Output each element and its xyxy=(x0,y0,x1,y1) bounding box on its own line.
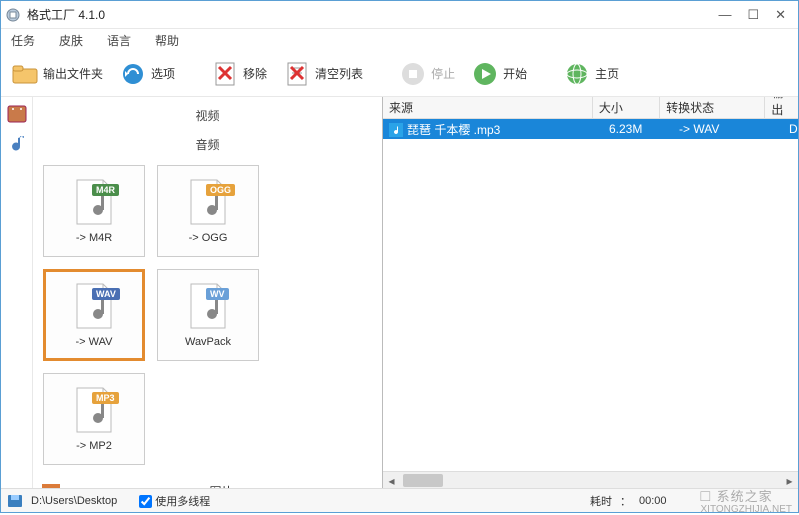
format-page-icon: WV xyxy=(184,282,232,330)
close-button[interactable]: ✕ xyxy=(775,7,786,23)
format-badge: M4R xyxy=(92,184,119,196)
minimize-button[interactable]: — xyxy=(718,7,731,23)
home-label: 主页 xyxy=(595,65,619,82)
sidebar-video-icon[interactable] xyxy=(6,103,28,125)
cell-source: 琵琶 千本樱 .mp3 xyxy=(383,121,603,138)
start-label: 开始 xyxy=(503,65,527,82)
format-tile-mp3[interactable]: MP3 -> MP2 xyxy=(43,373,145,465)
clear-list-button[interactable]: 清空列表 xyxy=(279,58,367,90)
format-tile-m4r[interactable]: M4R -> M4R xyxy=(43,165,145,257)
format-page-icon: M4R xyxy=(70,178,118,226)
elapsed-label: 耗时 xyxy=(590,493,612,509)
file-list-panel: 来源 大小 转换状态 输出 [F2] 琵琶 千本樱 .mp36.23M-> WA… xyxy=(383,97,798,488)
format-tile-ogg[interactable]: OGG -> OGG xyxy=(157,165,259,257)
format-caption: -> MP2 xyxy=(76,440,112,452)
format-tile-wav[interactable]: WAV -> WAV xyxy=(43,269,145,361)
clear-icon xyxy=(283,60,311,88)
window-title: 格式工厂 4.1.0 xyxy=(27,6,718,23)
multithread-checkbox[interactable] xyxy=(139,495,152,508)
menu-skin[interactable]: 皮肤 xyxy=(55,30,87,51)
format-page-icon: MP3 xyxy=(70,386,118,434)
output-folder-label: 输出文件夹 xyxy=(43,65,103,82)
menu-task[interactable]: 任务 xyxy=(7,30,39,51)
watermark-brand: 系统之家 xyxy=(717,489,773,504)
start-icon xyxy=(471,60,499,88)
scroll-left-arrow-icon[interactable]: ◂ xyxy=(383,472,400,488)
format-tile-wv[interactable]: WV WavPack xyxy=(157,269,259,361)
stop-icon xyxy=(399,60,427,88)
toolbar: 输出文件夹 选项 移除 清空列表 停止 开始 主页 xyxy=(1,51,798,97)
format-page-icon: OGG xyxy=(184,178,232,226)
format-badge: OGG xyxy=(206,184,235,196)
app-window: 格式工厂 4.1.0 — ☐ ✕ 任务 皮肤 语言 帮助 输出文件夹 选项 移除… xyxy=(0,0,799,513)
format-caption: -> M4R xyxy=(76,232,112,244)
remove-button[interactable]: 移除 xyxy=(207,58,271,90)
options-icon xyxy=(119,60,147,88)
sidebar-audio-icon[interactable] xyxy=(6,133,28,155)
multithread-label: 使用多线程 xyxy=(155,496,210,508)
remove-icon xyxy=(211,60,239,88)
watermark: □ 系统之家 XITONGZHIJIA.NET xyxy=(701,486,793,515)
picture-icon xyxy=(41,481,61,488)
menu-language[interactable]: 语言 xyxy=(103,30,135,51)
format-badge: MP3 xyxy=(92,392,119,404)
menubar: 任务 皮肤 语言 帮助 xyxy=(1,29,798,51)
multithread-toggle[interactable]: 使用多线程 xyxy=(139,493,210,509)
cell-size: 6.23M xyxy=(603,122,673,136)
window-controls: — ☐ ✕ xyxy=(718,7,786,23)
col-source[interactable]: 来源 xyxy=(383,97,593,118)
watermark-url: XITONGZHIJIA.NET xyxy=(701,504,793,515)
category-list: 图片 文档 光驱设备\DVD\CD\ISO 工具集 xyxy=(39,477,376,488)
scroll-thumb[interactable] xyxy=(403,474,443,487)
scroll-right-arrow-icon[interactable]: ▸ xyxy=(781,472,798,488)
cell-status: -> WAV xyxy=(673,122,783,136)
cell-output: D:\Users\De xyxy=(783,122,798,136)
output-path[interactable]: D:\Users\Desktop xyxy=(31,495,117,507)
options-label: 选项 xyxy=(151,65,175,82)
col-size[interactable]: 大小 xyxy=(593,97,660,118)
format-panel: 视频 音频 M4R -> M4R OGG -> OGG WAV -> WAV WV WavPa… xyxy=(33,97,383,488)
remove-label: 移除 xyxy=(243,65,267,82)
folder-icon xyxy=(11,60,39,88)
elapsed-value: 00:00 xyxy=(639,495,667,507)
format-caption: -> WAV xyxy=(76,336,113,348)
clear-list-label: 清空列表 xyxy=(315,65,363,82)
output-folder-button[interactable]: 输出文件夹 xyxy=(7,58,107,90)
sidebar xyxy=(1,97,33,488)
col-output[interactable]: 输出 [F2] xyxy=(765,97,798,118)
format-grid: M4R -> M4R OGG -> OGG WAV -> WAV WV WavPack MP3 -… xyxy=(39,159,376,477)
section-video[interactable]: 视频 xyxy=(39,101,376,130)
home-button[interactable]: 主页 xyxy=(559,58,623,90)
format-badge: WV xyxy=(206,288,229,300)
statusbar: D:\Users\Desktop 使用多线程 耗时 ： 00:00 □ 系统之家… xyxy=(1,488,798,512)
format-page-icon: WAV xyxy=(70,282,118,330)
stop-label: 停止 xyxy=(431,65,455,82)
options-button[interactable]: 选项 xyxy=(115,58,179,90)
app-icon xyxy=(5,7,21,23)
start-button[interactable]: 开始 xyxy=(467,58,531,90)
list-header: 来源 大小 转换状态 输出 [F2] xyxy=(383,97,798,119)
horizontal-scrollbar[interactable]: ◂ ▸ xyxy=(383,471,798,488)
titlebar: 格式工厂 4.1.0 — ☐ ✕ xyxy=(1,1,798,29)
globe-icon xyxy=(563,60,591,88)
main-area: 视频 音频 M4R -> M4R OGG -> OGG WAV -> WAV WV WavPa… xyxy=(1,97,798,488)
col-status[interactable]: 转换状态 xyxy=(660,97,765,118)
cat-picture[interactable]: 图片 xyxy=(39,477,376,488)
format-caption: -> OGG xyxy=(189,232,228,244)
maximize-button[interactable]: ☐ xyxy=(747,7,759,23)
menu-help[interactable]: 帮助 xyxy=(151,30,183,51)
stop-button[interactable]: 停止 xyxy=(395,58,459,90)
format-badge: WAV xyxy=(92,288,120,300)
list-body[interactable]: 琵琶 千本樱 .mp36.23M-> WAVD:\Users\De xyxy=(383,119,798,471)
list-row[interactable]: 琵琶 千本樱 .mp36.23M-> WAVD:\Users\De xyxy=(383,119,798,139)
section-audio[interactable]: 音频 xyxy=(39,130,376,159)
disk-icon xyxy=(7,494,23,508)
format-caption: WavPack xyxy=(185,336,231,348)
